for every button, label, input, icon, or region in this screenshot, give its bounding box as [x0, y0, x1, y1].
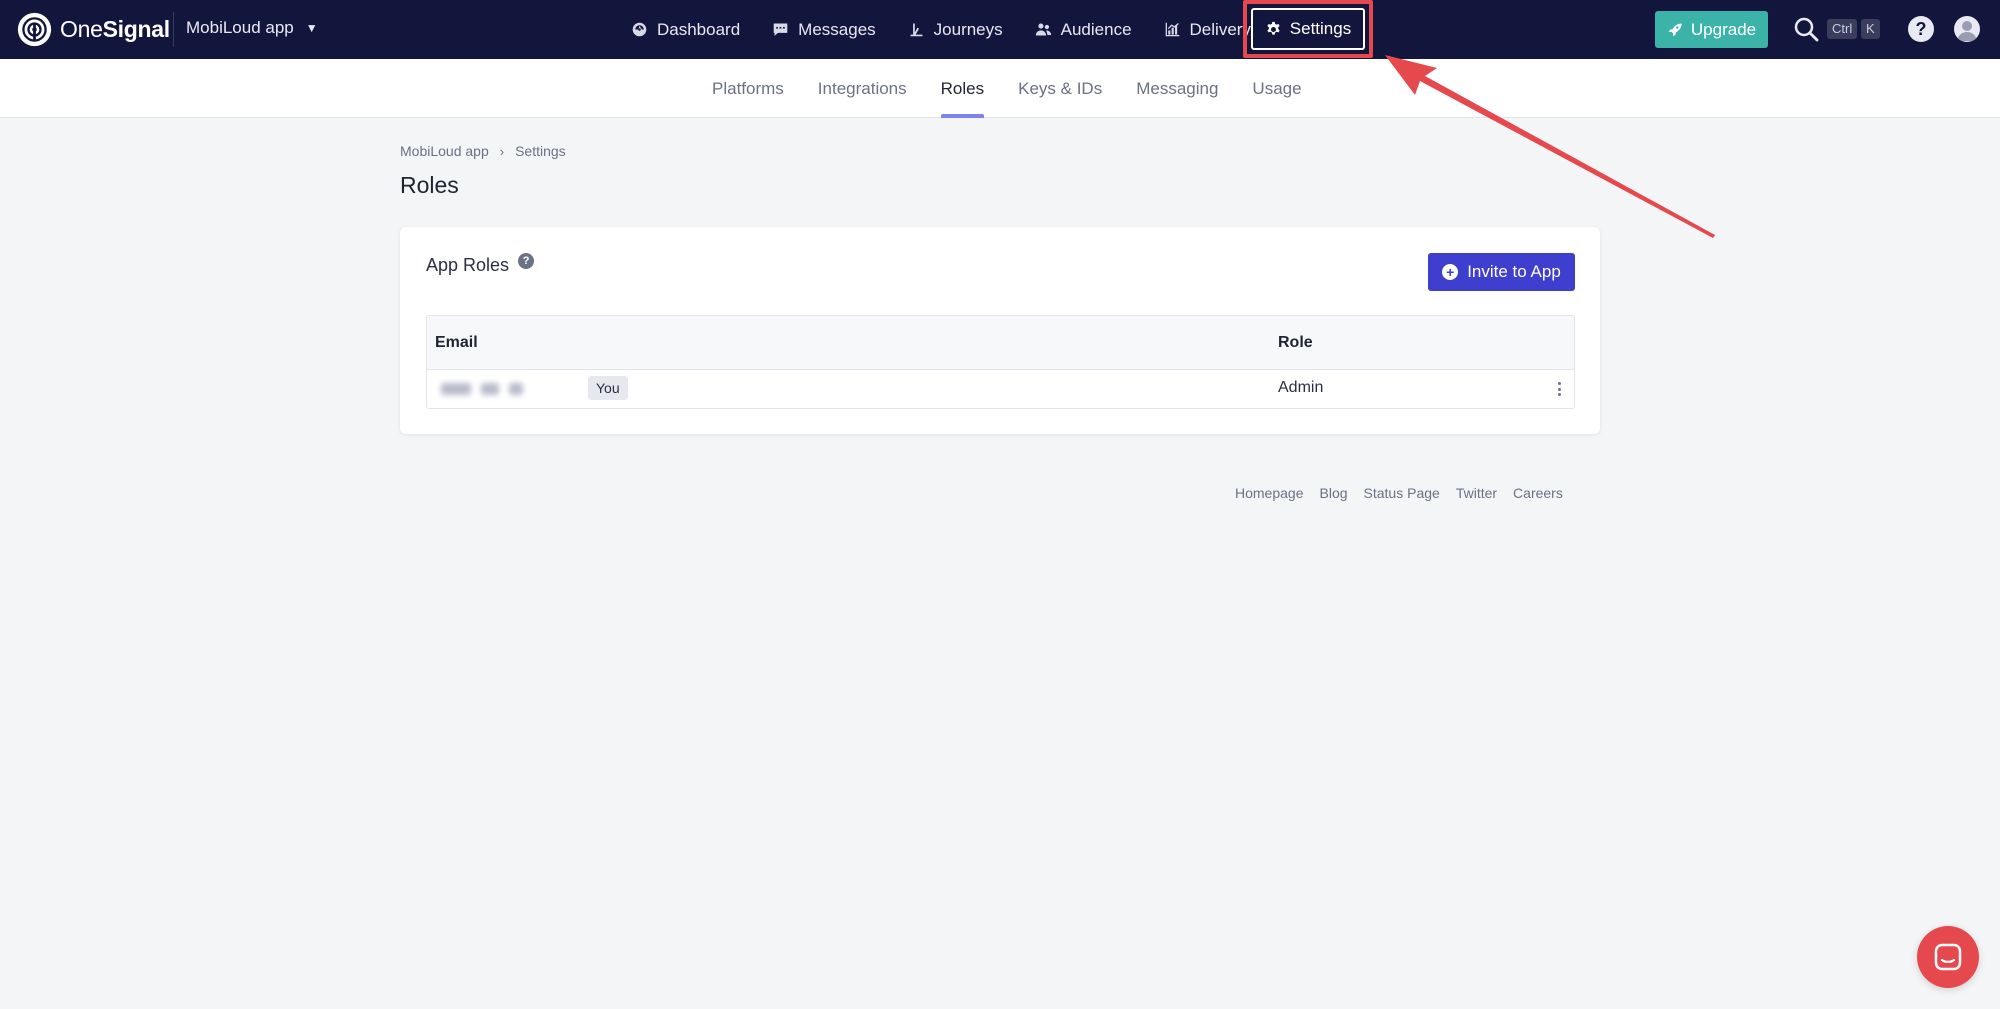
invite-label: Invite to App: [1467, 262, 1561, 281]
tab-keys-ids[interactable]: Keys & IDs: [1018, 59, 1102, 118]
card-title: App Roles ?: [426, 252, 535, 276]
breadcrumb-separator: ›: [499, 143, 505, 159]
nav-settings[interactable]: Settings: [1251, 8, 1365, 50]
nav-settings-label: Settings: [1289, 19, 1352, 38]
tab-messaging[interactable]: Messaging: [1136, 59, 1218, 118]
caret-down-icon: ▼: [305, 21, 318, 35]
delivery-icon: [1165, 22, 1179, 37]
help-icon[interactable]: ?: [1908, 16, 1934, 42]
nav-delivery-label: Delivery: [1189, 19, 1251, 39]
chat-icon: [1934, 943, 1962, 971]
messages-icon: [773, 23, 788, 36]
top-navigation: OneSignal MobiLoud app ▼ Dashboard Messa…: [0, 0, 2000, 59]
tab-usage[interactable]: Usage: [1252, 59, 1301, 118]
brand-divider: [173, 12, 174, 47]
search-icon[interactable]: [1793, 16, 1819, 42]
footer-homepage-link[interactable]: Homepage: [1235, 485, 1304, 501]
plus-circle-icon: +: [1442, 264, 1459, 280]
invite-to-app-button[interactable]: + Invite to App: [1428, 253, 1575, 291]
nav-audience[interactable]: Audience: [1024, 9, 1143, 51]
footer-careers-link[interactable]: Careers: [1513, 485, 1563, 501]
user-avatar[interactable]: [1954, 16, 1980, 42]
nav-dashboard-label: Dashboard: [657, 19, 741, 39]
footer-blog-link[interactable]: Blog: [1320, 485, 1348, 501]
app-roles-title: App Roles: [426, 255, 510, 275]
main-nav: Dashboard Messages Journeys Audience Del…: [620, 0, 1272, 59]
rocket-icon: [1668, 23, 1682, 36]
audience-icon: [1035, 23, 1051, 36]
gear-icon: [1267, 21, 1280, 35]
settings-tabs: Platforms Integrations Roles Keys & IDs …: [712, 59, 1336, 118]
app-roles-card: App Roles ? + Invite to App Email Role Y…: [400, 227, 1600, 434]
upgrade-label: Upgrade: [1690, 19, 1757, 39]
shortcut-ctrl-key: Ctrl: [1827, 19, 1858, 39]
shortcut-k-key: K: [1861, 19, 1880, 39]
you-badge: You: [588, 376, 628, 400]
footer-status-page-link[interactable]: Status Page: [1364, 485, 1440, 501]
app-switcher-label: MobiLoud app: [186, 18, 294, 37]
redacted-email: [441, 378, 581, 400]
help-tooltip-icon[interactable]: ?: [518, 252, 535, 269]
journeys-icon: [910, 23, 923, 37]
nav-messages[interactable]: Messages: [761, 9, 886, 51]
breadcrumb: MobiLoud app › Settings: [400, 143, 566, 159]
footer-twitter-link[interactable]: Twitter: [1456, 485, 1497, 501]
column-header-role: Role: [1278, 334, 1313, 351]
nav-dashboard[interactable]: Dashboard: [620, 9, 751, 51]
settings-highlight-box: Settings: [1243, 0, 1373, 58]
nav-journeys[interactable]: Journeys: [897, 9, 1014, 51]
nav-audience-label: Audience: [1060, 19, 1132, 39]
dashboard-icon: [632, 22, 647, 37]
onesignal-logo-icon: [17, 12, 52, 47]
breadcrumb-settings-link[interactable]: Settings: [515, 143, 566, 159]
column-header-email: Email: [435, 334, 478, 351]
upgrade-button[interactable]: Upgrade: [1655, 11, 1768, 48]
tab-integrations[interactable]: Integrations: [818, 59, 907, 118]
chat-launcher-button[interactable]: [1917, 926, 1979, 988]
table-row: You Admin: [427, 370, 1574, 408]
page-title: Roles: [400, 172, 459, 198]
brand-logo-link[interactable]: OneSignal: [16, 12, 170, 47]
breadcrumb-app-link[interactable]: MobiLoud app: [400, 143, 489, 159]
role-value: Admin: [1278, 379, 1324, 396]
tab-roles[interactable]: Roles: [940, 59, 985, 118]
row-actions-menu-icon[interactable]: [1554, 380, 1564, 398]
settings-subnav: Platforms Integrations Roles Keys & IDs …: [0, 59, 2000, 118]
nav-messages-label: Messages: [798, 19, 876, 39]
brand-name: OneSignal: [60, 16, 170, 42]
tab-platforms[interactable]: Platforms: [712, 59, 784, 118]
app-switcher-dropdown[interactable]: MobiLoud app ▼: [186, 18, 318, 38]
footer-links: Homepage Blog Status Page Twitter Career…: [1235, 485, 1579, 501]
roles-table: Email Role You Admin: [426, 315, 1575, 409]
user-icon: [1957, 21, 1977, 41]
nav-journeys-label: Journeys: [933, 19, 1003, 39]
table-header: Email Role: [427, 316, 1574, 370]
